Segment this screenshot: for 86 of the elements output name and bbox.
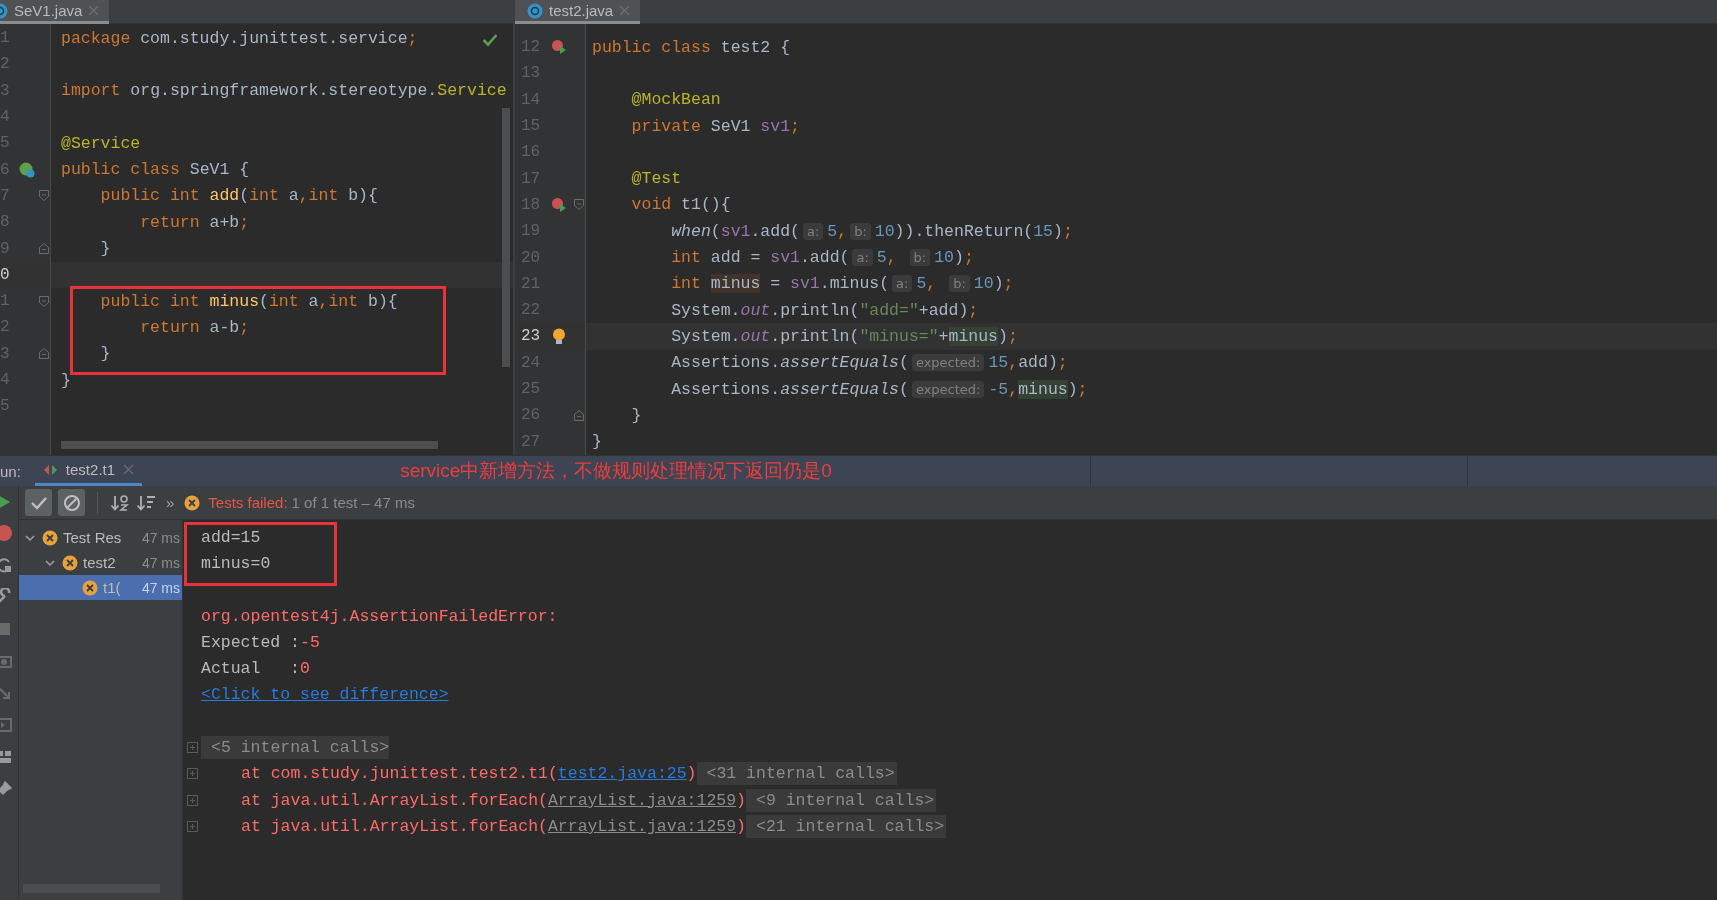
stack-trace-line: at com.study.junittest.test2.t1(test2.java:25) <31 internal calls> [240, 764, 897, 784]
stack-trace-line: at java.util.ArrayList.forEach(ArrayList.java:1259) <9 internal calls> [240, 790, 937, 810]
class-icon [527, 2, 543, 19]
fold-icon[interactable] [38, 189, 50, 203]
bulb-icon[interactable] [552, 327, 566, 345]
status-text: Tests failed: [208, 494, 288, 511]
source-link[interactable]: ArrayList.java:1259 [547, 790, 737, 810]
expand-icon[interactable] [186, 768, 198, 780]
source-link[interactable]: test2.java:25 [557, 764, 687, 784]
folded-calls[interactable]: <5 internal calls> [201, 736, 390, 759]
editor-tab[interactable]: SeV1.java [0, 0, 110, 24]
code-line: package com.study.junittest.service; [61, 28, 418, 48]
rerun-failed-icon[interactable] [0, 524, 13, 542]
stack-trace-line: at java.util.ArrayList.forEach(ArrayList.java:1259) <21 internal calls> [240, 816, 947, 836]
code-line: Assertions.assertEquals( expected: -5,minus); [670, 379, 1088, 399]
run-failed-icon[interactable] [551, 196, 567, 213]
close-icon[interactable] [619, 5, 631, 16]
code-line: Assertions.assertEquals( expected: 15,add); [670, 353, 1068, 373]
annotation-text: service中新增方法，不做规则处理情况下返回仍是0 [400, 459, 832, 483]
code-line: return a+b; [139, 212, 250, 232]
close-icon[interactable] [88, 5, 100, 16]
stop-icon[interactable] [0, 620, 13, 638]
code-line: @Test [630, 169, 682, 189]
expand-icon[interactable] [186, 794, 198, 806]
code-line: public int add(int a,int b){ [99, 186, 378, 206]
fold-icon[interactable] [38, 294, 50, 308]
code-line: int add = sv1.add( a: 5, b: 10); [670, 248, 974, 267]
code-line: int minus = sv1.minus( a: 5, b: 10); [670, 274, 1014, 294]
scrollbar[interactable] [502, 108, 510, 367]
rerun-icon[interactable] [0, 556, 13, 574]
failed-icon [82, 579, 98, 596]
editor-tab[interactable]: test2.java [515, 0, 641, 24]
code-line: } [99, 239, 111, 258]
failed-icon [62, 554, 78, 571]
code-line: System.out.println("minus="+minus); [670, 326, 1018, 346]
cancel-icon [62, 493, 81, 512]
layout-icon[interactable] [0, 748, 13, 766]
fold-icon[interactable] [38, 347, 50, 361]
run-config-icon [42, 463, 58, 476]
code-line: public int minus(int a,int b){ [99, 291, 398, 311]
code-line: } [630, 405, 642, 425]
more-button[interactable]: » [166, 494, 175, 511]
code-line: } [61, 370, 71, 390]
bean-icon[interactable] [19, 161, 35, 178]
diff-link[interactable]: <Click to see difference> [201, 685, 449, 705]
scrollbar[interactable] [61, 441, 438, 449]
expand-icon[interactable] [186, 820, 198, 832]
console-text: minus=0 [201, 553, 271, 573]
console-text: org.opentest4j.AssertionFailedError: [201, 606, 558, 626]
checkmark-icon [482, 33, 498, 47]
console-text: Actual :0 [201, 659, 310, 679]
code-line: private SeV1 sv1; [630, 116, 800, 136]
tree-item[interactable]: t1( 47 ms [19, 575, 182, 600]
line-number: 23 [520, 327, 542, 346]
status-text: 1 of 1 test – 47 ms [291, 494, 415, 511]
export-icon[interactable] [0, 716, 13, 734]
tree-item[interactable]: test2 47 ms [19, 550, 182, 575]
code-line: when(sv1.add( a: 5, b: 10)).thenReturn(15); [670, 221, 1073, 241]
panel-title: un: [0, 462, 21, 480]
code-line: return a-b; [139, 317, 250, 337]
failed-icon [184, 494, 201, 511]
code-line: @Service [61, 133, 141, 153]
fold-icon[interactable] [573, 198, 585, 212]
toggle-button[interactable] [25, 489, 52, 516]
code-line: void t1(){ [630, 195, 731, 215]
expand-icon[interactable] [186, 742, 198, 753]
code-line: import org.springframework.stereotype.Service [61, 81, 507, 101]
fold-icon[interactable] [38, 242, 50, 255]
code-line: } [99, 344, 111, 364]
sort-duration-icon[interactable] [136, 493, 156, 512]
code-line: } [592, 432, 602, 452]
source-link[interactable]: ArrayList.java:1259 [547, 816, 737, 836]
sort-icon[interactable] [110, 493, 130, 512]
tree-item[interactable]: Test Res 47 ms [19, 525, 182, 550]
code-line: public class SeV1 { [61, 160, 250, 180]
run-failed-icon[interactable] [551, 39, 567, 56]
toggle-button[interactable] [58, 489, 85, 516]
code-line: public class test2 { [592, 37, 791, 57]
code-line: System.out.println("add="+add); [670, 300, 979, 320]
line-number: 0 [0, 265, 11, 284]
code-line: @MockBean [630, 90, 721, 110]
console-text: Expected :-5 [201, 632, 320, 652]
close-icon[interactable] [123, 464, 135, 475]
failed-icon [42, 529, 58, 546]
fold-icon[interactable] [573, 408, 585, 422]
console-text: add=15 [201, 527, 261, 547]
